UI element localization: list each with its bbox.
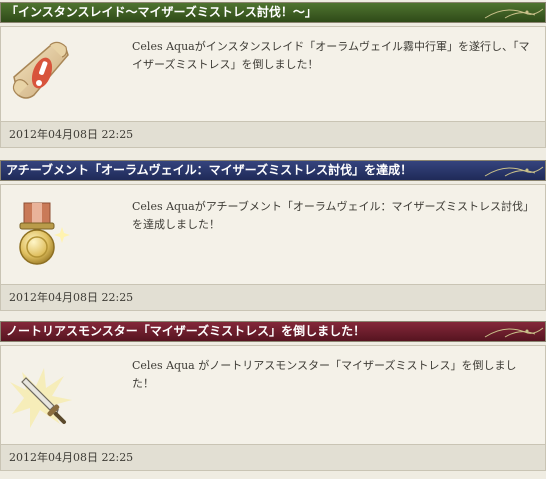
entry-message: Celes Aquaがアチーブメント「オーラムヴェイル：マイザーズミストレス討伐… — [132, 200, 529, 231]
header-ornament-icon — [484, 166, 544, 177]
entry-title: アチーブメント「オーラムヴェイル：マイザーズミストレス討伐」を達成！ — [6, 163, 413, 177]
scroll-exclamation-icon — [12, 41, 69, 99]
entry-title: 「インスタンスレイド～マイザーズミストレス討伐！～」 — [6, 5, 317, 19]
entry-timestamp: 2012年04月08日 22:25 — [0, 284, 546, 311]
feed-entry-notorious-monster: ノートリアスモンスター「マイザーズミストレス」を倒しました！ Celes Aqu… — [0, 321, 546, 479]
entry-body: Celes Aquaがインスタンスレイド「オーラムヴェイル霧中行軍」を遂行し、「… — [0, 26, 546, 122]
entry-body: Celes Aqua がノートリアスモンスター「マイザーズミストレス」を倒しまし… — [0, 345, 546, 445]
medal-icon — [19, 202, 70, 265]
entry-header: アチーブメント「オーラムヴェイル：マイザーズミストレス討伐」を達成！ — [0, 160, 546, 181]
entry-header: ノートリアスモンスター「マイザーズミストレス」を倒しました！ — [0, 321, 546, 342]
entry-message: Celes Aqua がノートリアスモンスター「マイザーズミストレス」を倒しまし… — [132, 359, 517, 390]
sword-icon — [10, 368, 72, 428]
header-ornament-icon — [484, 327, 544, 338]
entry-message: Celes Aquaがインスタンスレイド「オーラムヴェイル霧中行軍」を遂行し、「… — [132, 40, 530, 71]
header-ornament-icon — [484, 8, 544, 19]
entry-title: ノートリアスモンスター「マイザーズミストレス」を倒しました！ — [6, 324, 366, 338]
entry-timestamp: 2012年04月08日 22:25 — [0, 121, 546, 148]
entry-body: Celes Aquaがアチーブメント「オーラムヴェイル：マイザーズミストレス討伐… — [0, 184, 546, 287]
feed-entry-achievement: アチーブメント「オーラムヴェイル：マイザーズミストレス討伐」を達成！ Celes… — [0, 160, 546, 312]
entry-timestamp: 2012年04月08日 22:25 — [0, 444, 546, 471]
feed-entry-raid: 「インスタンスレイド～マイザーズミストレス討伐！～」 Celes Aquaがイン… — [0, 0, 546, 152]
entry-header: 「インスタンスレイド～マイザーズミストレス討伐！～」 — [0, 2, 546, 23]
